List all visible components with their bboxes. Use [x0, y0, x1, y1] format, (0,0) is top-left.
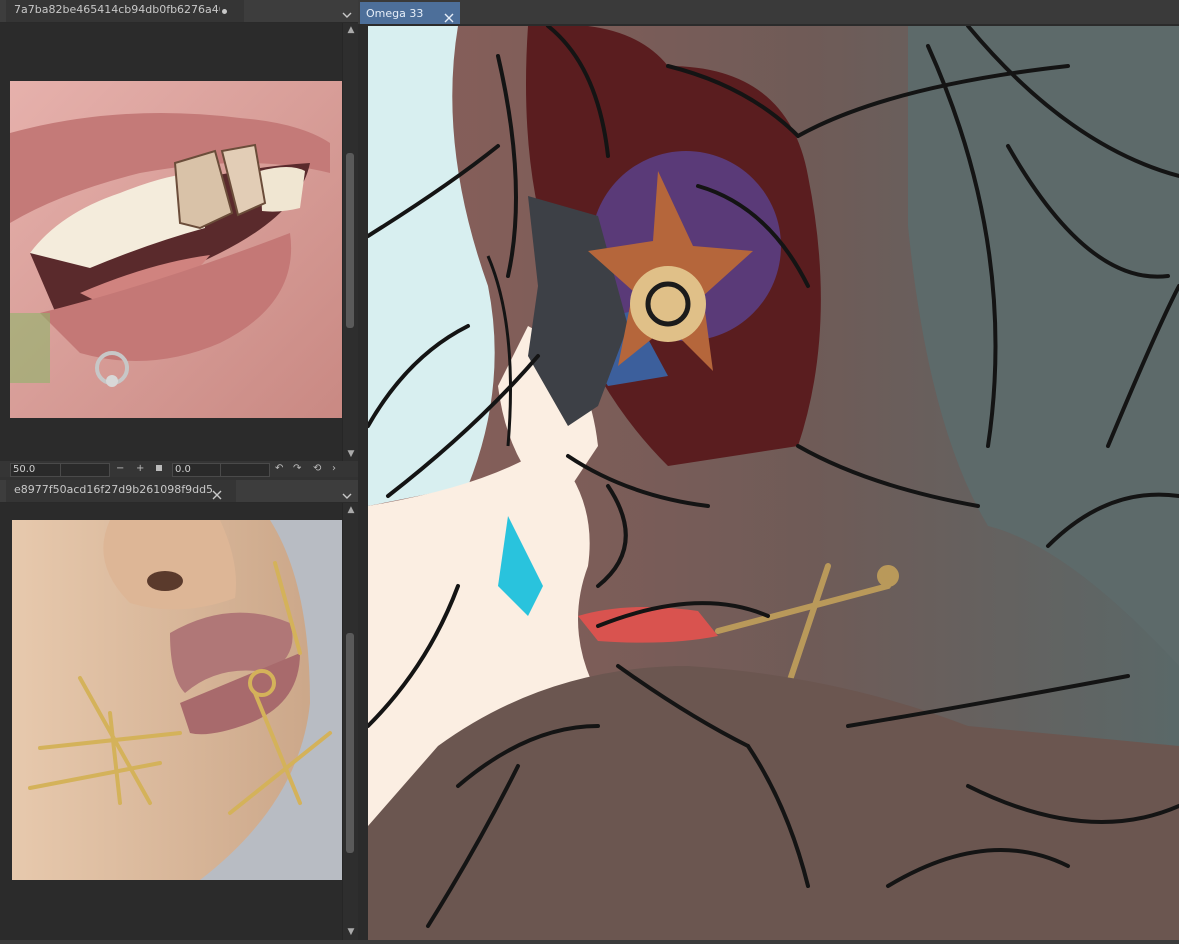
- triangle-down-icon[interactable]: ▼: [345, 449, 357, 459]
- reference-tab-1-label: 7a7ba82be465414cb94db0fb6276a405.jpg*: [14, 3, 220, 16]
- chevron-down-icon[interactable]: [342, 5, 352, 24]
- document-tabbar: Omega 33: [358, 0, 1179, 24]
- close-icon[interactable]: [212, 485, 222, 504]
- reference-docker: 7a7ba82be465414cb94db0fb6276a405.jpg*: [0, 0, 359, 940]
- triangle-down-icon[interactable]: ▼: [345, 927, 357, 937]
- drawing-canvas[interactable]: [368, 26, 1179, 940]
- canvas-area: Omega 33: [358, 0, 1179, 940]
- rotate-cw-icon[interactable]: ↷: [293, 462, 301, 476]
- triangle-up-icon[interactable]: ▲: [345, 25, 357, 35]
- reference-scrollbar-1[interactable]: ▲ ▼: [342, 23, 359, 461]
- rotation-field[interactable]: 0.0: [172, 463, 222, 477]
- reference-tab-2[interactable]: e8977f50acd16f27d9b261098f9dd590.jpg: [6, 480, 236, 502]
- dot-icon: [222, 9, 227, 14]
- square-icon[interactable]: [156, 465, 162, 471]
- rotation-slider[interactable]: [220, 463, 270, 477]
- reset-icon[interactable]: ⟲: [313, 462, 321, 476]
- reference-image-2: [0, 503, 342, 940]
- chevron-right-icon[interactable]: ›: [332, 462, 336, 476]
- zoom-field[interactable]: 50.0: [10, 463, 62, 477]
- reference-view-1[interactable]: [0, 23, 342, 461]
- close-icon[interactable]: [444, 8, 454, 27]
- reference-scrollbar-2[interactable]: ▲ ▼: [342, 503, 359, 940]
- scroll-thumb-2[interactable]: [346, 633, 354, 853]
- minus-icon[interactable]: −: [116, 462, 124, 476]
- artwork: [368, 26, 1179, 940]
- reference-tabbar-2: e8977f50acd16f27d9b261098f9dd590.jpg: [0, 480, 358, 503]
- reference-view-2[interactable]: [0, 503, 342, 940]
- reference-tab-2-label: e8977f50acd16f27d9b261098f9dd590.jpg: [14, 483, 212, 496]
- triangle-up-icon[interactable]: ▲: [345, 505, 357, 515]
- rotate-ccw-icon[interactable]: ↶: [275, 462, 283, 476]
- plus-icon[interactable]: +: [136, 462, 144, 476]
- reference-tab-1[interactable]: 7a7ba82be465414cb94db0fb6276a405.jpg*: [6, 0, 244, 22]
- zoom-slider[interactable]: [60, 463, 110, 477]
- reference-image-1: [0, 23, 342, 461]
- reference-tabbar-1: 7a7ba82be465414cb94db0fb6276a405.jpg*: [0, 0, 358, 23]
- document-tab[interactable]: Omega 33: [360, 2, 460, 24]
- document-tab-label: Omega 33: [366, 7, 424, 20]
- reference-toolbar: 50.0 − + 0.0 ↶ ↷ ⟲ ›: [0, 461, 358, 477]
- scroll-thumb-1[interactable]: [346, 153, 354, 328]
